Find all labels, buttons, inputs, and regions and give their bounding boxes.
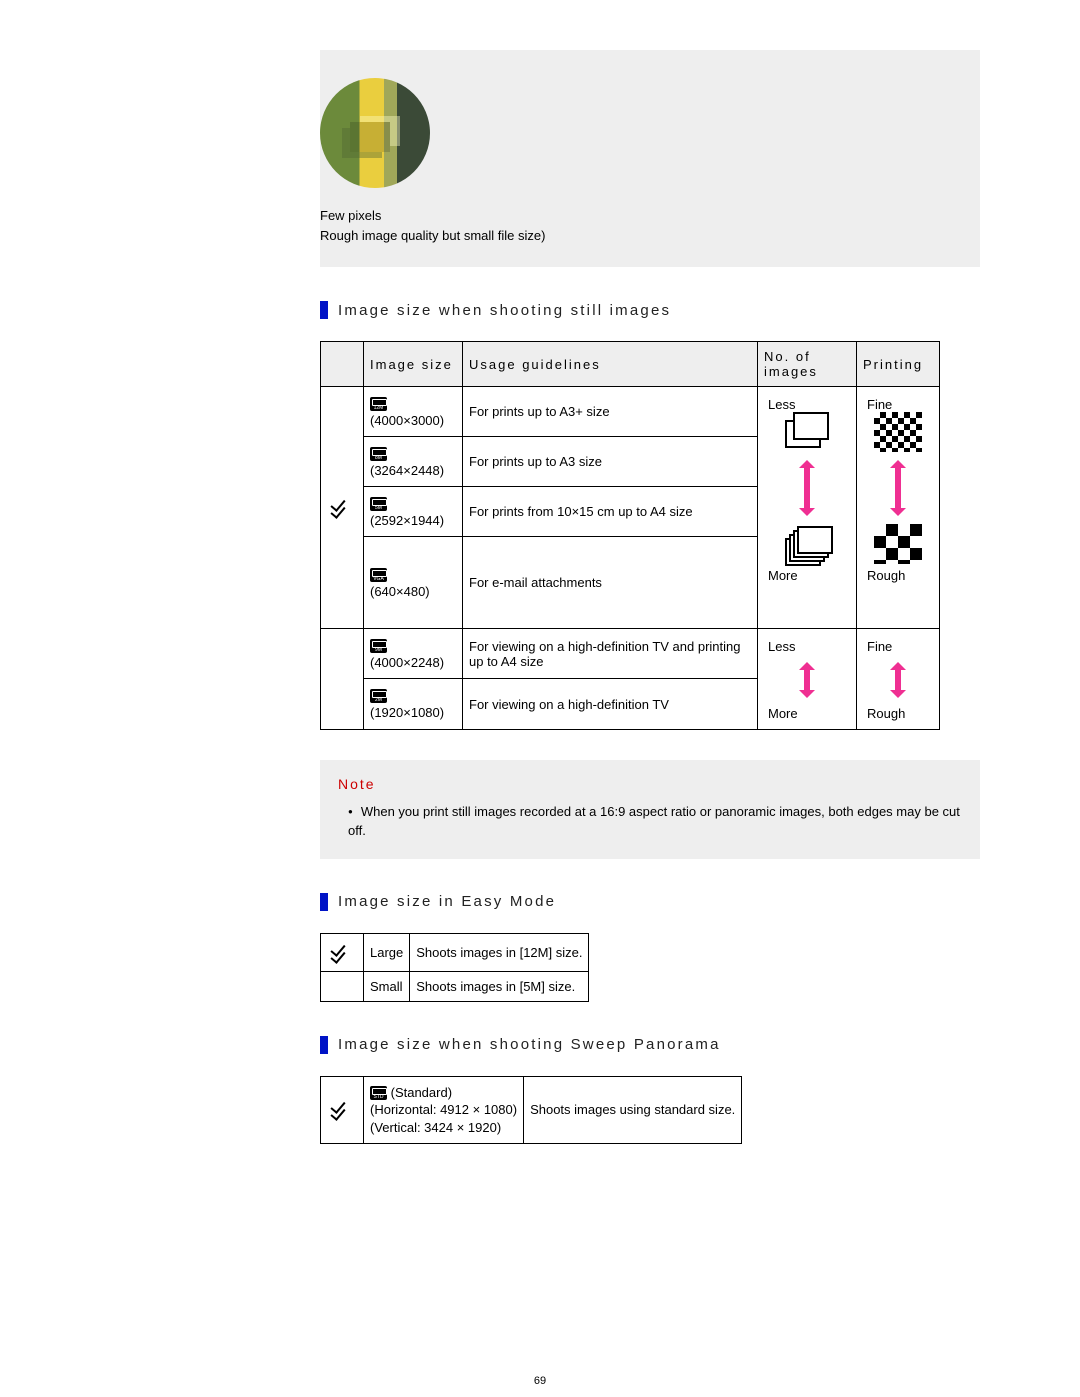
less-label: Less bbox=[768, 397, 846, 412]
size-badge-icon bbox=[370, 447, 387, 461]
photos-many-icon bbox=[785, 524, 829, 564]
easy-mode-table: Large Shoots images in [12M] size. Small… bbox=[320, 933, 589, 1002]
panorama-table: (Standard) (Horizontal: 4912 × 1080) (Ve… bbox=[320, 1076, 742, 1145]
section-title: Image size in Easy Mode bbox=[338, 893, 556, 910]
arrow-icon bbox=[892, 660, 904, 700]
size-cell: (4000×3000) bbox=[364, 387, 463, 437]
size-cell: (Standard) (Horizontal: 4912 × 1080) (Ve… bbox=[364, 1076, 524, 1144]
size-cell: (4000×2248) bbox=[364, 629, 463, 679]
fine-label: Fine bbox=[867, 397, 929, 412]
usage-cell: For viewing on a high-definition TV bbox=[463, 679, 758, 729]
page-number: 69 bbox=[0, 1375, 1080, 1387]
header-num-images: No. of images bbox=[758, 342, 857, 387]
size-badge-icon bbox=[370, 568, 387, 582]
size-badge-icon bbox=[370, 397, 387, 411]
num-images-cell: Less More bbox=[758, 387, 857, 629]
usage-cell: For prints up to A3+ size bbox=[463, 387, 758, 437]
resolution: (3264×2448) bbox=[370, 463, 444, 478]
size-cell: (1920×1080) bbox=[364, 679, 463, 729]
horizontal-res: (Horizontal: 4912 × 1080) bbox=[370, 1102, 517, 1117]
checker-rough-icon bbox=[874, 524, 922, 564]
resolution: (640×480) bbox=[370, 584, 430, 599]
usage-cell: For prints up to A3 size bbox=[463, 437, 758, 487]
usage-cell: For prints from 10×15 cm up to A4 size bbox=[463, 487, 758, 537]
arrow-icon bbox=[892, 458, 904, 518]
more-label: More bbox=[768, 706, 846, 721]
section-title: Image size when shooting Sweep Panorama bbox=[338, 1036, 721, 1053]
section-header-easy-mode: Image size in Easy Mode bbox=[320, 893, 980, 911]
table-row: (4000×3000) For prints up to A3+ size Le… bbox=[321, 387, 940, 437]
header-image-size: Image size bbox=[364, 342, 463, 387]
section-bar-icon bbox=[320, 893, 328, 911]
resolution: (4000×3000) bbox=[370, 413, 444, 428]
rough-label: Rough bbox=[867, 568, 929, 583]
size-cell: (2592×1944) bbox=[364, 487, 463, 537]
resolution: (2592×1944) bbox=[370, 513, 444, 528]
blank-cell bbox=[321, 971, 364, 1001]
note-heading: Note bbox=[338, 776, 962, 792]
table-row: Large Shoots images in [12M] size. bbox=[321, 933, 589, 971]
checker-fine-icon bbox=[874, 412, 922, 452]
pixel-example-box: Few pixels Rough image quality but small… bbox=[320, 50, 980, 267]
standard-label: (Standard) bbox=[387, 1085, 452, 1100]
usage-cell: For e-mail attachments bbox=[463, 537, 758, 629]
still-image-size-table: Image size Usage guidelines No. of image… bbox=[320, 341, 940, 730]
section-bar-icon bbox=[320, 1036, 328, 1054]
size-cell: (640×480) bbox=[364, 537, 463, 629]
size-badge-icon bbox=[370, 639, 387, 653]
few-pixels-caption: Rough image quality but small file size) bbox=[320, 226, 962, 246]
rough-label: Rough bbox=[867, 706, 929, 721]
printing-cell: Fine Rough bbox=[857, 387, 940, 629]
size-cell: (3264×2448) bbox=[364, 437, 463, 487]
default-check-cell bbox=[321, 1076, 364, 1144]
size-badge-icon bbox=[370, 497, 387, 511]
resolution: (4000×2248) bbox=[370, 655, 444, 670]
few-pixels-label: Few pixels bbox=[320, 206, 962, 226]
less-label: Less bbox=[768, 639, 846, 654]
usage-cell: For viewing on a high-definition TV and … bbox=[463, 629, 758, 679]
size-desc: Shoots images in [12M] size. bbox=[410, 933, 589, 971]
blank-cell bbox=[321, 629, 364, 729]
photos-few-icon bbox=[785, 412, 829, 452]
note-box: Note When you print still images recorde… bbox=[320, 760, 980, 859]
header-blank bbox=[321, 342, 364, 387]
header-usage: Usage guidelines bbox=[463, 342, 758, 387]
note-body: When you print still images recorded at … bbox=[338, 802, 962, 841]
default-check-cell bbox=[321, 387, 364, 629]
table-row: Small Shoots images in [5M] size. bbox=[321, 971, 589, 1001]
section-header-still-images: Image size when shooting still images bbox=[320, 301, 980, 319]
page: Few pixels Rough image quality but small… bbox=[0, 0, 1080, 1397]
size-desc: Shoots images in [5M] size. bbox=[410, 971, 589, 1001]
check-icon bbox=[331, 941, 353, 961]
size-desc: Shoots images using standard size. bbox=[524, 1076, 742, 1144]
section-header-sweep-panorama: Image size when shooting Sweep Panorama bbox=[320, 1036, 980, 1054]
size-badge-icon bbox=[370, 1086, 387, 1100]
vertical-res: (Vertical: 3424 × 1920) bbox=[370, 1120, 501, 1135]
arrow-icon bbox=[801, 458, 813, 518]
section-bar-icon bbox=[320, 301, 328, 319]
default-check-cell bbox=[321, 933, 364, 971]
resolution: (1920×1080) bbox=[370, 705, 444, 720]
table-header-row: Image size Usage guidelines No. of image… bbox=[321, 342, 940, 387]
more-label: More bbox=[768, 568, 846, 583]
printing-cell: Fine Rough bbox=[857, 629, 940, 729]
size-badge-icon bbox=[370, 689, 387, 703]
content-area: Few pixels Rough image quality but small… bbox=[0, 0, 1080, 1184]
num-images-cell: Less More bbox=[758, 629, 857, 729]
header-printing: Printing bbox=[857, 342, 940, 387]
table-row: (4000×2248) For viewing on a high-defini… bbox=[321, 629, 940, 679]
table-row: (Standard) (Horizontal: 4912 × 1080) (Ve… bbox=[321, 1076, 742, 1144]
check-icon bbox=[331, 496, 353, 516]
check-icon bbox=[331, 1098, 353, 1118]
fine-label: Fine bbox=[867, 639, 929, 654]
arrow-icon bbox=[801, 660, 813, 700]
size-label: Large bbox=[364, 933, 410, 971]
section-title: Image size when shooting still images bbox=[338, 302, 671, 319]
pixelated-image-icon bbox=[320, 78, 430, 188]
size-label: Small bbox=[364, 971, 410, 1001]
